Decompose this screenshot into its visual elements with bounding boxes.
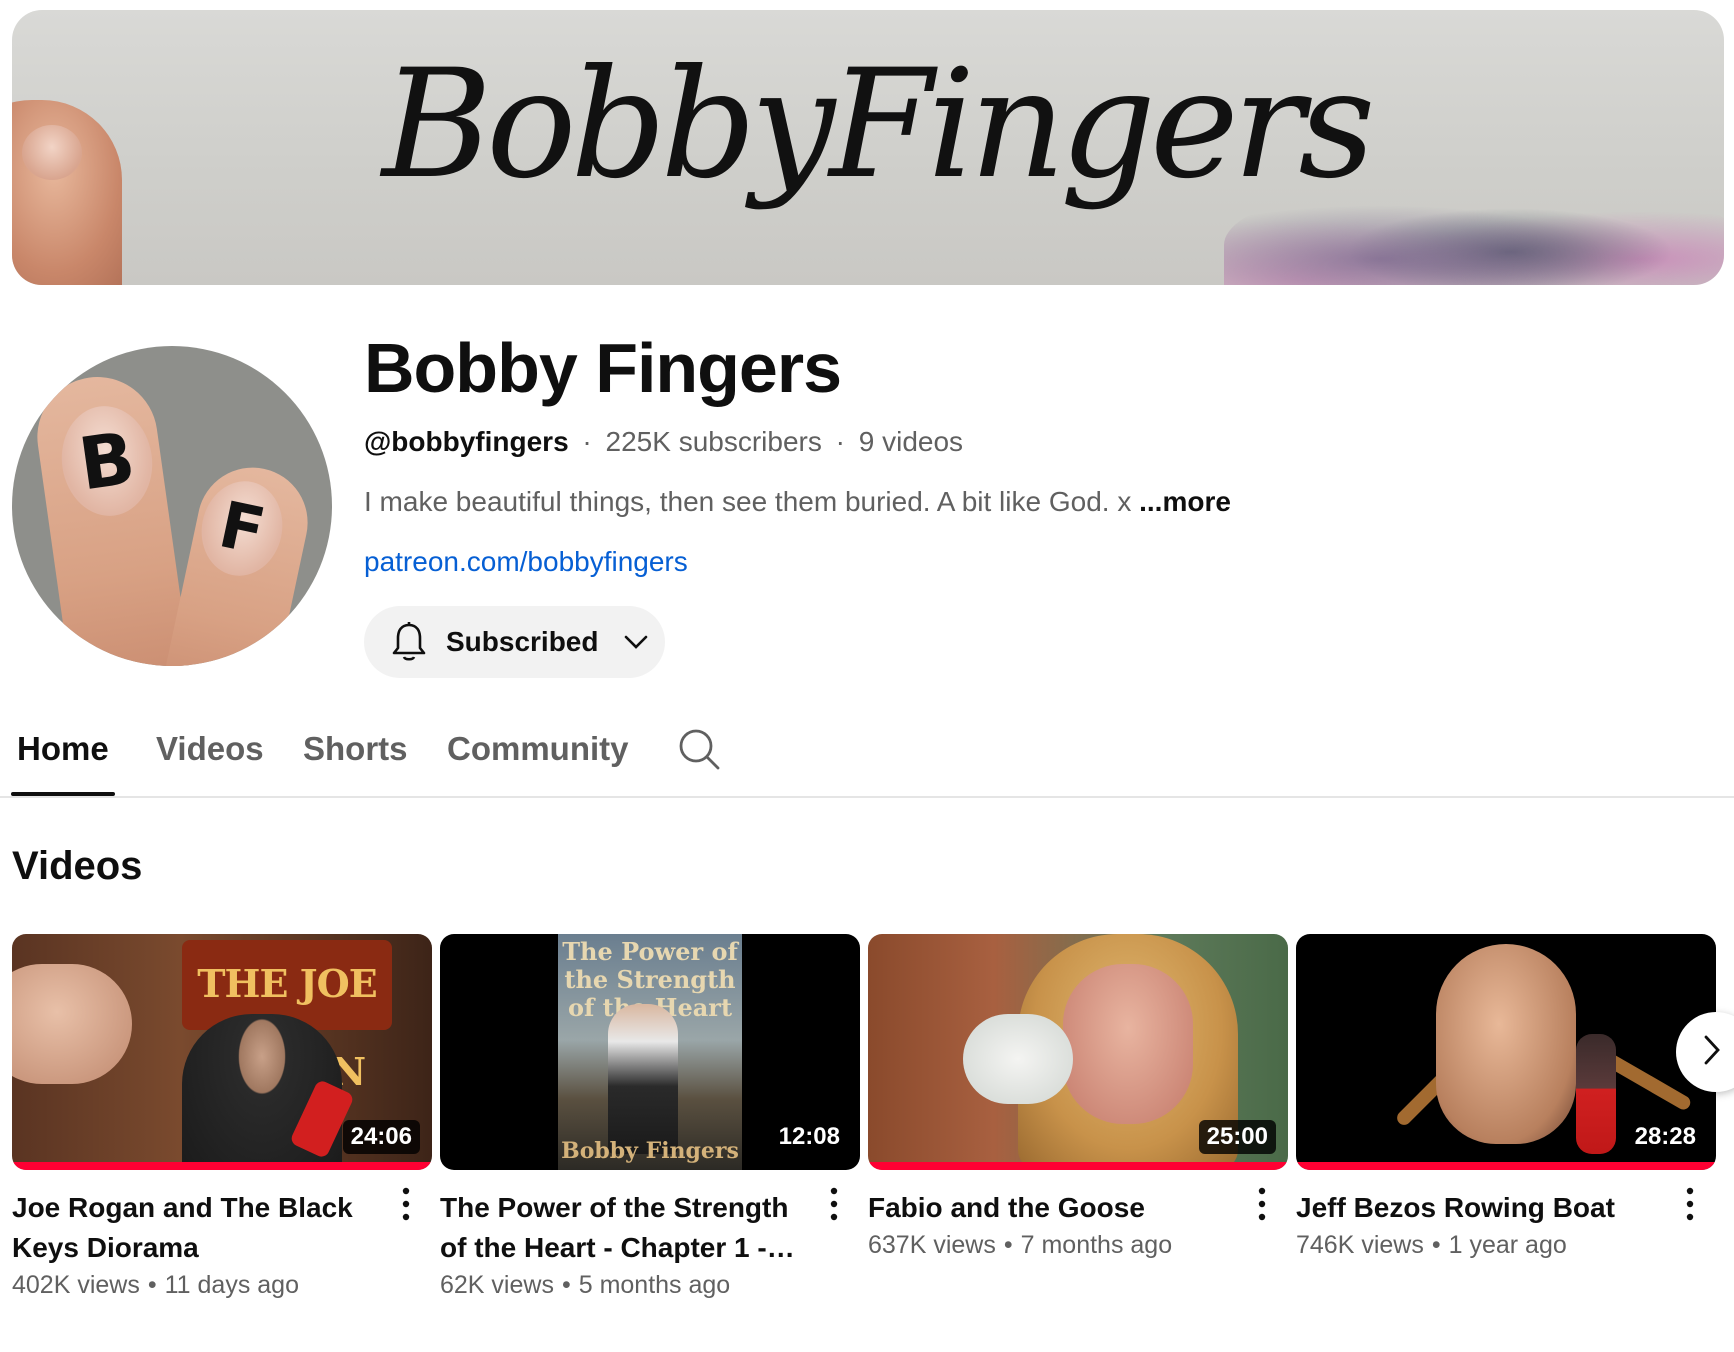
video-card[interactable]: The Power of the Strength of the Heart B… xyxy=(440,934,860,1299)
video-duration: 12:08 xyxy=(770,1120,848,1154)
video-thumbnail[interactable]: 28:28 xyxy=(1296,934,1716,1170)
upload-age: 1 year ago xyxy=(1448,1231,1567,1259)
video-title[interactable]: The Power of the Strength of the Heart -… xyxy=(440,1188,812,1268)
more-vert-icon[interactable] xyxy=(1252,1186,1272,1222)
section-title: Videos xyxy=(12,844,143,888)
view-count: 637K views xyxy=(868,1231,996,1259)
chevron-right-icon xyxy=(1700,1033,1724,1072)
channel-avatar[interactable]: B F xyxy=(12,346,332,666)
channel-tabs: Home Videos Shorts Community xyxy=(0,716,1734,798)
thumbnail-goose xyxy=(963,1014,1073,1104)
search-icon[interactable] xyxy=(678,728,722,772)
thumbnail-hand xyxy=(12,964,132,1084)
dot-separator: • xyxy=(561,1271,571,1299)
upload-age: 7 months ago xyxy=(1020,1231,1173,1259)
separator: · xyxy=(582,426,592,457)
watch-progress-bar xyxy=(12,1162,432,1170)
separator: · xyxy=(835,426,845,457)
banner-handwriting: BobbyFingers xyxy=(382,38,1375,212)
thumbnail-figure xyxy=(608,1004,678,1154)
video-stats: 402K views • 11 days ago xyxy=(12,1268,299,1302)
watch-progress-bar xyxy=(1296,1162,1716,1170)
banner-thumb xyxy=(12,100,122,285)
view-count: 62K views xyxy=(440,1271,554,1299)
video-title[interactable]: Jeff Bezos Rowing Boat xyxy=(1296,1188,1668,1228)
subscribed-button[interactable]: Subscribed xyxy=(364,606,665,678)
tab-videos[interactable]: Videos xyxy=(156,716,264,796)
thumbnail-poster-footer: Bobby Fingers xyxy=(561,1138,739,1164)
thumbnail-head xyxy=(1436,944,1576,1144)
video-card[interactable]: THE JOE ROGAN 24:06 Joe Rogan and The Bl… xyxy=(12,934,432,1299)
upload-age: 11 days ago xyxy=(164,1271,299,1299)
video-thumbnail[interactable]: The Power of the Strength of the Heart B… xyxy=(440,934,860,1170)
video-title[interactable]: Fabio and the Goose xyxy=(868,1188,1240,1228)
video-duration: 28:28 xyxy=(1626,1120,1704,1154)
thumbnail-figure xyxy=(1576,1034,1616,1154)
video-stats: 637K views • 7 months ago xyxy=(868,1228,1172,1262)
dot-separator: • xyxy=(147,1271,157,1299)
video-thumbnail[interactable]: 25:00 xyxy=(868,934,1288,1170)
more-vert-icon[interactable] xyxy=(824,1186,844,1222)
video-thumbnail[interactable]: THE JOE ROGAN 24:06 xyxy=(12,934,432,1170)
view-count: 402K views xyxy=(12,1271,140,1299)
subscribed-label: Subscribed xyxy=(446,626,599,657)
thumbnail-face xyxy=(1063,964,1193,1124)
subscriber-count: 225K subscribers xyxy=(605,426,822,457)
video-count: 9 videos xyxy=(858,426,964,457)
chevron-down-icon xyxy=(622,628,650,656)
channel-banner: BobbyFingers xyxy=(12,10,1724,285)
dot-separator: • xyxy=(1431,1231,1441,1259)
video-duration: 25:00 xyxy=(1198,1120,1276,1154)
dot-separator: • xyxy=(1003,1231,1013,1259)
bell-icon xyxy=(390,621,428,663)
video-card[interactable]: 25:00 Fabio and the Goose 637K views • 7 m… xyxy=(868,934,1288,1259)
video-card[interactable]: 28:28 Jeff Bezos Rowing Boat 746K views •… xyxy=(1296,934,1716,1259)
more-vert-icon[interactable] xyxy=(1680,1186,1700,1222)
video-stats: 62K views • 5 months ago xyxy=(440,1268,730,1302)
video-stats: 746K views • 1 year ago xyxy=(1296,1228,1567,1262)
watch-progress-bar xyxy=(868,1162,1288,1170)
channel-handle: @bobbyfingers xyxy=(364,426,569,457)
tab-shorts[interactable]: Shorts xyxy=(303,716,408,796)
channel-external-link[interactable]: patreon.com/bobbyfingers xyxy=(364,544,688,580)
tab-community[interactable]: Community xyxy=(447,716,629,796)
video-duration: 24:06 xyxy=(342,1120,420,1154)
view-count: 746K views xyxy=(1296,1231,1424,1259)
channel-name: Bobby Fingers xyxy=(364,329,842,407)
description-text: I make beautiful things, then see them b… xyxy=(364,486,1132,517)
more-link[interactable]: ...more xyxy=(1139,486,1231,517)
tab-home[interactable]: Home xyxy=(11,716,115,796)
upload-age: 5 months ago xyxy=(578,1271,731,1299)
video-title[interactable]: Joe Rogan and The Black Keys Diorama xyxy=(12,1188,384,1268)
channel-description[interactable]: I make beautiful things, then see them b… xyxy=(364,484,1231,520)
more-vert-icon[interactable] xyxy=(396,1186,416,1222)
channel-meta: @bobbyfingers · 225K subscribers · 9 vid… xyxy=(364,424,963,460)
